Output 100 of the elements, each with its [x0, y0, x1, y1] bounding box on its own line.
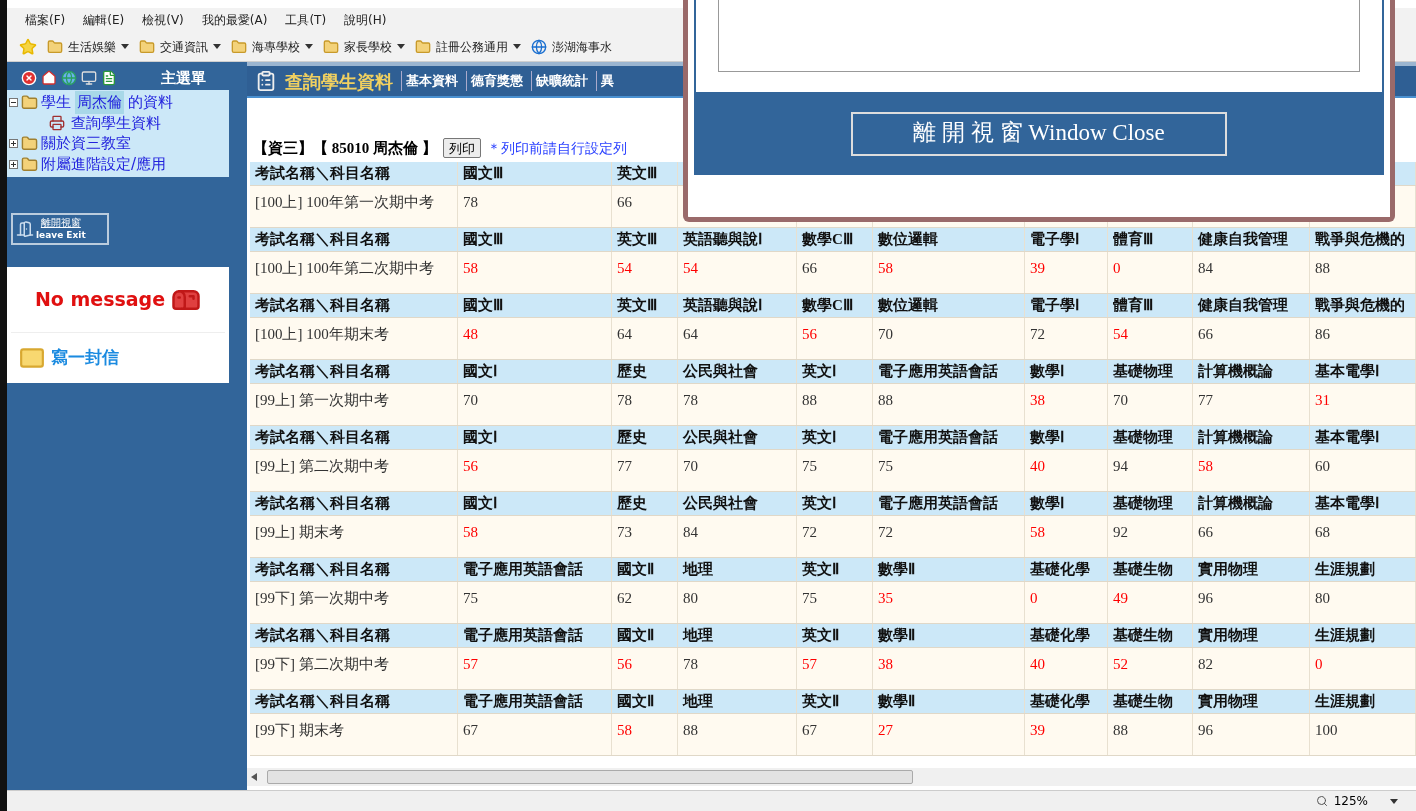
favorites-star-icon[interactable]	[19, 37, 37, 56]
column-header: 歷史	[617, 428, 647, 448]
score-value: 84	[1198, 260, 1213, 276]
column-header: 數學CⅢ	[802, 230, 853, 250]
tree-item[interactable]: 附屬進階設定/應用	[41, 153, 167, 176]
menu-item[interactable]: 檔案(F)	[25, 11, 66, 29]
score-value: 88	[1113, 722, 1128, 738]
folder-icon	[21, 135, 38, 152]
tree-item[interactable]: 查詢學生資料	[71, 111, 161, 135]
write-letter-link[interactable]: 寫一封信	[51, 345, 119, 371]
column-header: 英文Ⅲ	[617, 164, 657, 184]
column-header: 公民與社會	[683, 362, 758, 382]
score-value: 52	[1113, 656, 1128, 672]
score-value: 67	[463, 722, 478, 738]
column-header: 數學Ⅱ	[878, 560, 915, 580]
dropdown-caret-icon	[513, 44, 521, 49]
exam-name: [99上] 第二次期中考	[255, 458, 389, 474]
favorites-item[interactable]: 交通資訊	[139, 37, 221, 56]
favorites-item[interactable]: 海專學校	[231, 37, 313, 56]
exam-name: [100上] 100年第一次期中考	[255, 194, 434, 210]
favorites-item[interactable]: 註冊公務通用	[415, 37, 521, 56]
score-value: 66	[802, 260, 817, 276]
window-close-button[interactable]: 離 開 視 窗 Window Close	[851, 111, 1227, 156]
favorites-item[interactable]: 生活娛樂	[47, 37, 129, 56]
header-tab[interactable]: 基本資料	[401, 71, 458, 91]
column-header: 計算機概論	[1198, 428, 1273, 448]
monitor-icon[interactable]	[81, 70, 97, 86]
leave-exit-button[interactable]: 離開視窗 leave Exit	[11, 213, 109, 245]
column-header: 數學Ⅰ	[1030, 428, 1064, 448]
tree-item[interactable]: 學生 周杰倫 的資料	[41, 91, 173, 114]
home-icon[interactable]	[41, 70, 57, 86]
dropdown-caret-icon	[121, 44, 129, 49]
score-value: 96	[1198, 590, 1213, 606]
column-header: 數學Ⅰ	[1030, 362, 1064, 382]
menu-item[interactable]: 說明(H)	[344, 11, 387, 29]
column-header: 電子應用英語會話	[463, 560, 583, 580]
column-header: 國文Ⅲ	[463, 296, 503, 316]
horizontal-scrollbar[interactable]	[247, 768, 1416, 786]
score-value: 72	[878, 524, 893, 540]
menu-item[interactable]: 我的最愛(A)	[201, 11, 268, 29]
expand-toggle-icon[interactable]	[9, 160, 18, 169]
column-header: 電子應用英語會話	[878, 362, 998, 382]
column-header: 健康自我管理	[1198, 296, 1288, 316]
column-header: 基礎生物	[1113, 560, 1173, 580]
score-value: 40	[1030, 458, 1045, 474]
dropdown-caret-icon	[1390, 798, 1398, 804]
zoom-level[interactable]: 125%	[1333, 792, 1368, 810]
column-header: 實用物理	[1198, 626, 1258, 646]
exam-name: [99下] 第二次期中考	[255, 656, 389, 672]
menu-item[interactable]: 工具(T)	[285, 11, 327, 29]
column-header: 生涯規劃	[1315, 692, 1375, 712]
column-header: 考試名稱＼科目名稱	[255, 626, 390, 646]
folder-icon	[47, 38, 63, 55]
header-tab[interactable]: 異	[596, 71, 614, 91]
column-header: 基礎生物	[1113, 692, 1173, 712]
score-value: 78	[683, 392, 698, 408]
menu-title: 主選單	[161, 67, 206, 89]
column-header: 英文Ⅲ	[617, 296, 657, 316]
header-tab[interactable]: 缺曠統計	[531, 71, 588, 91]
menu-item[interactable]: 檢視(V)	[142, 11, 184, 29]
score-value: 68	[1315, 524, 1330, 540]
column-header: 數學Ⅱ	[878, 626, 915, 646]
dropdown-caret-icon	[213, 44, 221, 49]
zoom-icon[interactable]	[1315, 795, 1328, 807]
column-header: 英文Ⅱ	[802, 692, 839, 712]
expand-toggle-icon[interactable]	[9, 139, 18, 148]
collapse-toggle-icon[interactable]	[9, 98, 18, 107]
score-value: 67	[802, 722, 817, 738]
column-header: 公民與社會	[683, 428, 758, 448]
score-value: 75	[463, 590, 478, 606]
exam-name: [99上] 期末考	[255, 524, 344, 540]
score-value: 66	[1198, 326, 1213, 342]
column-header: 體育Ⅲ	[1113, 229, 1153, 250]
column-header: 英語聽與說Ⅰ	[683, 296, 762, 316]
column-header: 英文Ⅰ	[802, 362, 836, 382]
menu-item[interactable]: 編輯(E)	[83, 11, 125, 29]
score-value: 0	[1113, 260, 1121, 276]
student-info: 【資三】【 85010 周杰倫 】	[253, 138, 437, 158]
header-tab[interactable]: 德育獎懲	[466, 71, 523, 91]
tree-item[interactable]: 關於資三教室	[41, 132, 131, 155]
score-value: 66	[617, 194, 632, 210]
score-value: 38	[1030, 392, 1045, 408]
score-value: 39	[1030, 722, 1045, 738]
print-button[interactable]: 列印	[442, 138, 481, 158]
column-header: 國文Ⅲ	[463, 164, 503, 184]
column-header: 英文Ⅰ	[802, 494, 836, 514]
door-icon	[16, 220, 34, 238]
score-value: 54	[1113, 326, 1128, 342]
favorites-item[interactable]: 家長學校	[323, 37, 405, 56]
clipboard-icon	[255, 70, 277, 92]
score-value: 77	[617, 458, 632, 474]
close-icon[interactable]	[21, 70, 37, 86]
document-icon[interactable]	[101, 70, 117, 86]
column-header: 英文Ⅲ	[617, 230, 657, 250]
left-arrow-icon[interactable]	[251, 773, 257, 781]
score-value: 56	[463, 458, 478, 474]
score-value: 35	[878, 590, 893, 606]
favorites-item[interactable]: 澎湖海事水	[531, 37, 612, 56]
score-value: 27	[878, 722, 893, 738]
column-header: 地理	[683, 626, 713, 646]
